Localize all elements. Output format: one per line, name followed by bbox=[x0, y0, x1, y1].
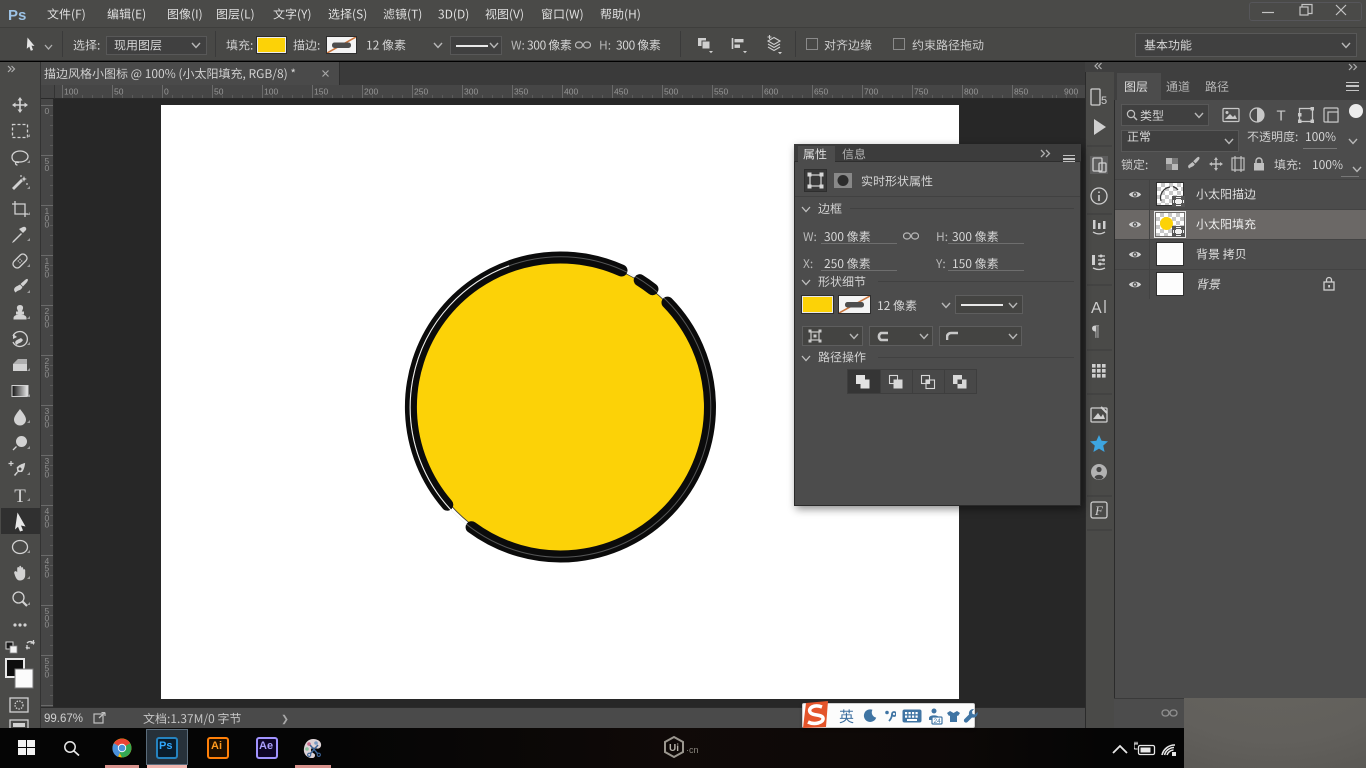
svg-text:¶: ¶ bbox=[1092, 323, 1100, 340]
svg-text:F: F bbox=[1094, 503, 1104, 518]
svg-text:A: A bbox=[1091, 300, 1102, 317]
svg-text:Ui: Ui bbox=[669, 743, 679, 754]
svg-text:T: T bbox=[14, 486, 26, 507]
svg-text:5: 5 bbox=[1101, 95, 1107, 107]
svg-text:·cn: ·cn bbox=[686, 745, 699, 755]
svg-text:24: 24 bbox=[934, 718, 942, 725]
